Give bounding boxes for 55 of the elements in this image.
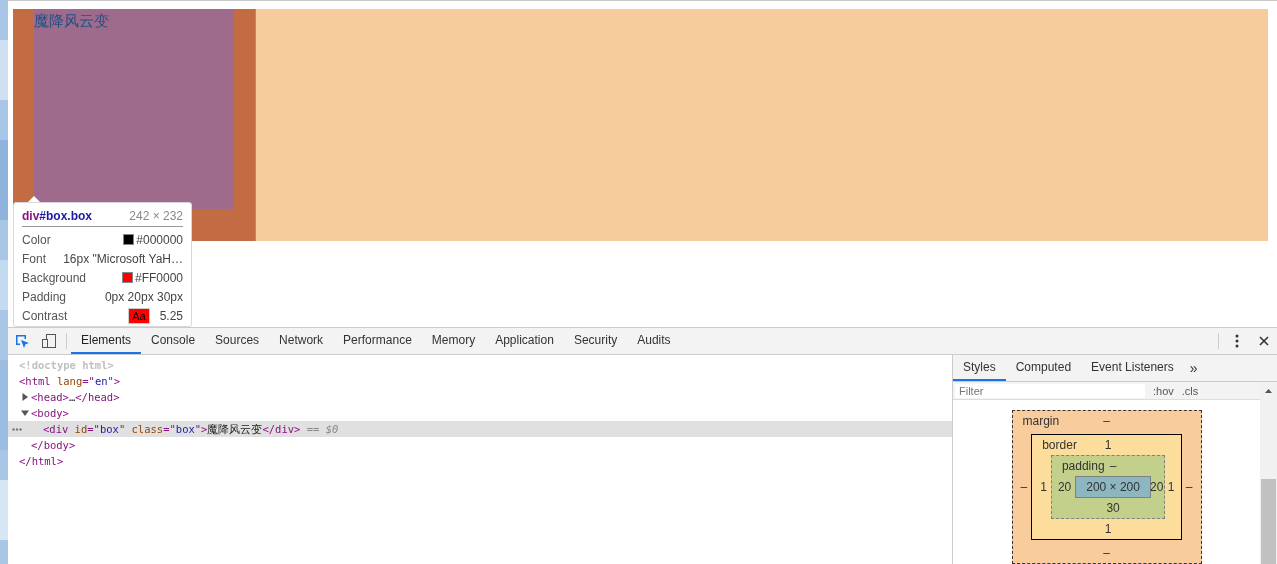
devtools-tab[interactable]: Application: [485, 328, 564, 354]
box-label: margin: [1022, 414, 1060, 428]
tooltip-value: 16px "Microsoft YaH…: [63, 251, 183, 266]
box-label: border: [1042, 438, 1077, 452]
box-value: 20: [1149, 480, 1165, 494]
devtools-tab[interactable]: Memory: [421, 328, 486, 354]
tooltip-value: 5.25: [159, 308, 183, 323]
sidebar-tab[interactable]: Event Listeners: [1081, 355, 1184, 381]
box-value: 1: [1104, 522, 1112, 536]
filter-field[interactable]: Filter: [955, 383, 1145, 398]
more-icon[interactable]: [12, 428, 22, 431]
box-value: –: [1103, 414, 1110, 428]
dom-line[interactable]: </html>: [19, 453, 64, 469]
box-value: 20: [1056, 480, 1073, 494]
box-text: 魔降风云变: [34, 11, 109, 32]
dom-line[interactable]: </body>: [31, 437, 76, 453]
box-value: 1: [1104, 438, 1112, 452]
box-value: –: [1184, 480, 1194, 494]
element-size: 242 × 232: [129, 209, 183, 223]
devtools-tab[interactable]: Console: [141, 328, 206, 354]
expand-arrow-icon[interactable]: [21, 393, 29, 401]
cls-toggle[interactable]: .cls: [1181, 384, 1199, 397]
tooltip-label: Contrast: [22, 308, 68, 323]
content-box: 200 × 200: [1075, 476, 1151, 498]
expand-arrow-icon[interactable]: [21, 409, 29, 417]
devtools-tab[interactable]: Sources: [205, 328, 270, 354]
scrollbar[interactable]: [1260, 382, 1277, 564]
tooltip-label: Font: [22, 251, 46, 266]
devtools-tab[interactable]: Audits: [627, 328, 681, 354]
tooltip-value: 0px 20px 30px: [104, 289, 183, 304]
box-label: padding: [1061, 459, 1105, 473]
box-value: –: [1019, 480, 1029, 494]
devtools-tab[interactable]: Security: [563, 328, 628, 354]
dom-line[interactable]: <body>: [31, 405, 69, 421]
box-value: 30: [1106, 501, 1120, 515]
more-tabs-button[interactable]: »: [1183, 355, 1204, 381]
box-value: 1: [1039, 480, 1048, 494]
tooltip-label: Color: [22, 232, 51, 247]
sidebar-tab[interactable]: Computed: [1005, 355, 1082, 381]
contrast-sample: Aa: [128, 307, 150, 324]
dom-line[interactable]: <head>…</head>: [31, 389, 120, 405]
hov-toggle[interactable]: :hov: [1153, 384, 1174, 397]
box-value: –: [1109, 459, 1117, 473]
box-value: 1: [1166, 480, 1176, 494]
devtools-tab[interactable]: Elements: [71, 328, 142, 354]
tooltip-label: Padding: [22, 289, 67, 304]
tooltip-value: #000000: [136, 232, 183, 247]
dom-line[interactable]: <html lang="en">: [19, 373, 121, 389]
devtools-tab[interactable]: Network: [269, 328, 334, 354]
devtools-tab[interactable]: Performance: [333, 328, 422, 354]
tooltip-label: Background: [22, 270, 87, 285]
element-selector: div#box.box: [22, 209, 93, 223]
scroll-up-icon[interactable]: [1265, 388, 1272, 393]
tooltip-value: #FF0000: [134, 270, 183, 285]
box-value: –: [1103, 546, 1110, 560]
